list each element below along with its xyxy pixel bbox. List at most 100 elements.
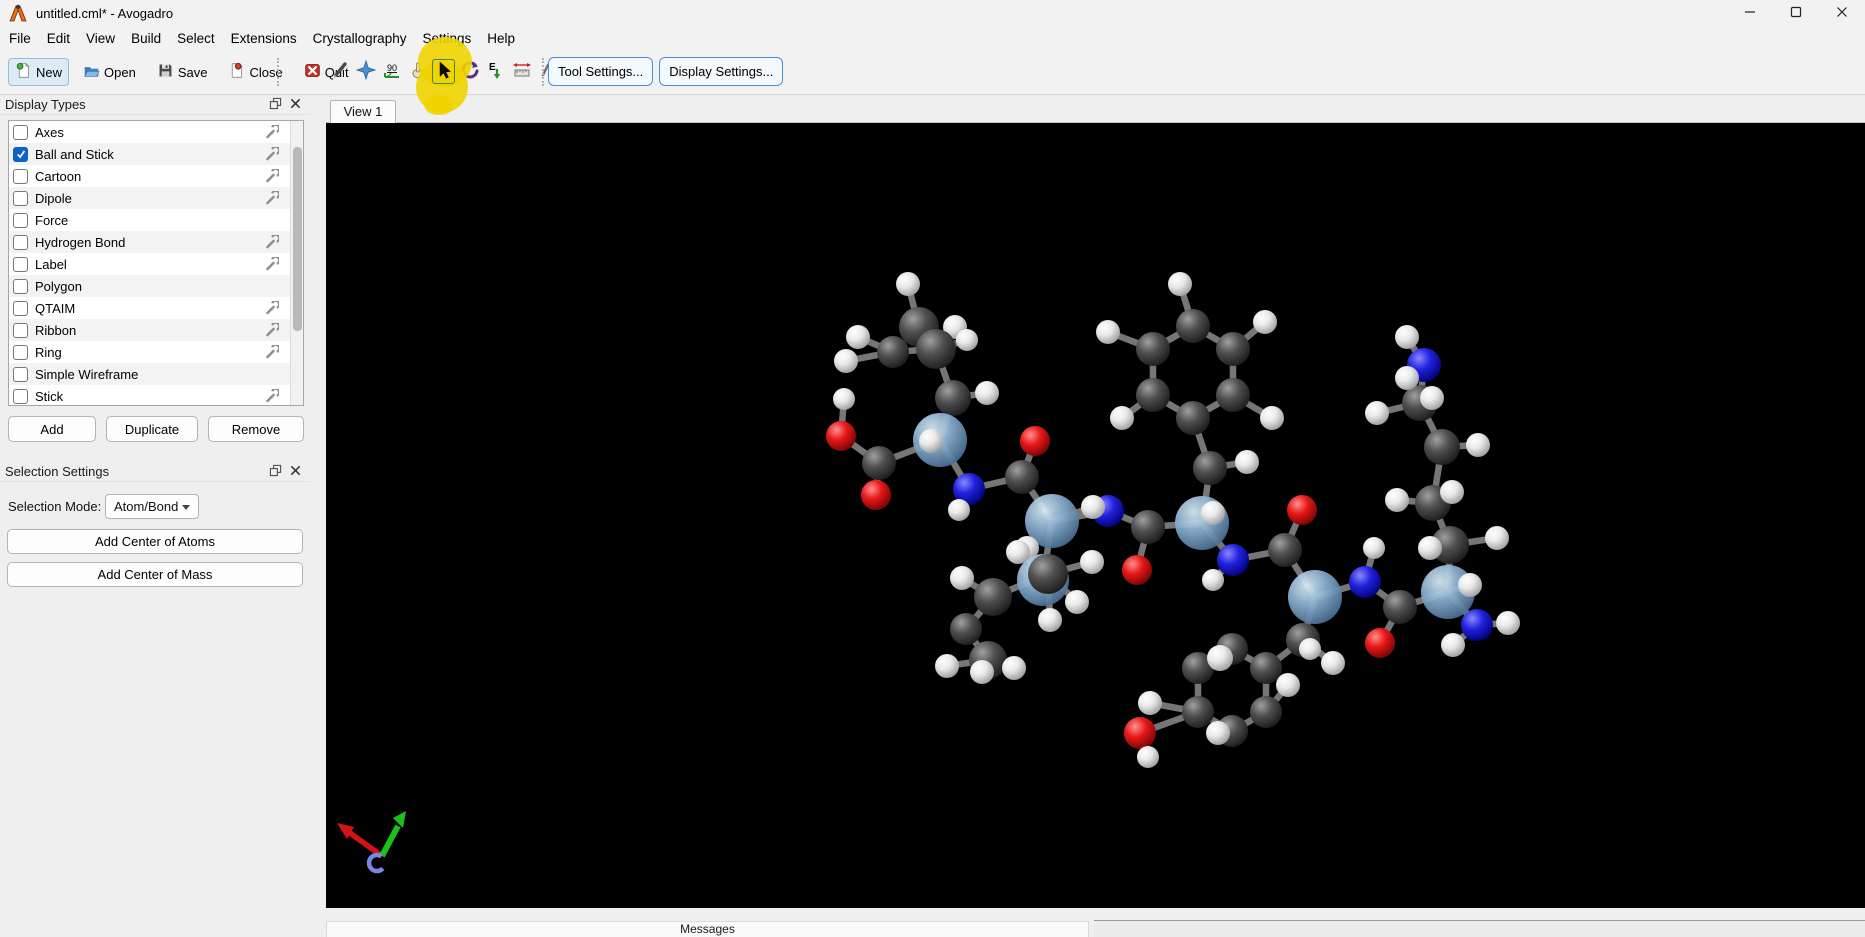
minimize-icon	[1744, 6, 1756, 21]
display-types-header[interactable]: Display Types	[0, 95, 310, 115]
auto-rotate-tool-button[interactable]	[458, 59, 481, 84]
toolbar: NewOpenSaveCloseQuit 90E Tool Settings..…	[0, 50, 1865, 95]
minimize-button[interactable]	[1727, 0, 1773, 26]
display-type-row-stick[interactable]: Stick	[9, 385, 303, 405]
checkbox[interactable]	[13, 124, 28, 140]
tools-group: 90 E	[328, 59, 559, 84]
checkbox[interactable]	[13, 278, 28, 294]
selection-mode-dropdown[interactable]: Atom/Bond	[105, 494, 199, 519]
selection-settings-header[interactable]: Selection Settings	[0, 462, 310, 482]
gl-viewport-canvas[interactable]	[326, 123, 1865, 908]
display-type-row-dipole[interactable]: Dipole	[9, 187, 303, 209]
display-type-row-simple-wireframe[interactable]: Simple Wireframe	[9, 363, 303, 385]
display-type-row-polygon[interactable]: Polygon	[9, 275, 303, 297]
remove-button[interactable]: Remove	[208, 416, 304, 442]
checkbox[interactable]	[13, 300, 28, 316]
checkbox[interactable]	[13, 190, 28, 206]
wrench-icon[interactable]	[265, 299, 281, 315]
add-center-of-atoms-button[interactable]: Add Center of Atoms	[7, 529, 303, 554]
display-type-row-force[interactable]: Force	[9, 209, 303, 231]
draw-tool-button[interactable]	[328, 59, 351, 84]
selection-settings-float-icon[interactable]	[269, 464, 282, 480]
close-button[interactable]	[1819, 0, 1865, 26]
display-type-row-ribbon[interactable]: Ribbon	[9, 319, 303, 341]
display-settings-button[interactable]: Display Settings...	[659, 57, 784, 86]
navigate-tool-button[interactable]	[354, 59, 377, 84]
wrench-icon[interactable]	[265, 343, 281, 359]
wrench-icon[interactable]	[265, 233, 281, 249]
select-arrow-icon	[434, 60, 454, 83]
checkbox[interactable]	[13, 366, 28, 382]
tab-view-1[interactable]: View 1	[330, 100, 396, 123]
add-button[interactable]: Add	[8, 416, 96, 442]
menu-help[interactable]: Help	[479, 28, 523, 49]
svg-text:E: E	[489, 62, 496, 73]
auto-optimize-tool-button[interactable]: E	[484, 59, 507, 84]
manipulate-tool-button[interactable]	[406, 59, 429, 84]
open-button[interactable]: Open	[76, 58, 143, 86]
wrench-icon[interactable]	[265, 321, 281, 337]
chevron-down-icon	[182, 505, 190, 510]
display-type-label: Force	[35, 212, 69, 228]
display-type-label: Hydrogen Bond	[35, 234, 126, 250]
menu-file[interactable]: File	[1, 28, 39, 49]
wrench-icon[interactable]	[265, 189, 281, 205]
open-folder-icon	[83, 62, 100, 82]
checkbox[interactable]	[13, 344, 28, 360]
wrench-icon[interactable]	[265, 255, 281, 271]
display-type-label: Label	[35, 256, 67, 272]
checkbox[interactable]	[13, 146, 28, 162]
display-types-close-icon[interactable]	[289, 97, 302, 113]
wrench-icon[interactable]	[265, 167, 281, 183]
display-type-label: Polygon	[35, 278, 82, 294]
bottom-dock-area: Messages	[0, 908, 1865, 937]
messages-panel-header[interactable]: Messages	[326, 921, 1089, 937]
wrench-icon[interactable]	[265, 145, 281, 161]
rotate-icon	[460, 60, 480, 83]
measure-tool-button[interactable]	[510, 59, 533, 84]
bottom-right-panel[interactable]	[1094, 920, 1865, 937]
toolbar-separator	[277, 58, 280, 86]
menubar: File Edit View Build Select Extensions Crystal…	[0, 26, 1865, 50]
display-type-row-cartoon[interactable]: Cartoon	[9, 165, 303, 187]
menu-edit[interactable]: Edit	[39, 28, 78, 49]
new-button[interactable]: New	[8, 58, 70, 86]
display-type-row-ball-and-stick[interactable]: Ball and Stick	[9, 143, 303, 165]
wrench-icon[interactable]	[265, 387, 281, 403]
selection-tool-button[interactable]	[432, 59, 455, 84]
duplicate-button[interactable]: Duplicate	[106, 416, 198, 442]
menu-crystallography[interactable]: Crystallography	[305, 28, 415, 49]
display-type-row-qtaim[interactable]: QTAIM	[9, 297, 303, 319]
button-label: New	[36, 64, 63, 80]
menu-extensions[interactable]: Extensions	[223, 28, 305, 49]
display-types-float-icon[interactable]	[269, 97, 282, 113]
display-type-row-axes[interactable]: Axes	[9, 121, 303, 143]
checkbox[interactable]	[13, 322, 28, 338]
maximize-button[interactable]	[1773, 0, 1819, 26]
toolbar-separator	[542, 58, 545, 86]
pencil-icon	[330, 60, 350, 83]
save-button[interactable]: Save	[150, 58, 215, 86]
scrollbar-thumb[interactable]	[293, 147, 302, 331]
display-type-label: Dipole	[35, 190, 72, 206]
wrench-icon[interactable]	[265, 123, 281, 139]
tool-settings-button[interactable]: Tool Settings...	[548, 57, 654, 86]
selection-settings-close-icon[interactable]	[289, 464, 302, 480]
display-type-row-label[interactable]: Label	[9, 253, 303, 275]
bond-centric-tool-button[interactable]: 90	[380, 59, 403, 84]
display-type-row-hydrogen-bond[interactable]: Hydrogen Bond	[9, 231, 303, 253]
checkbox[interactable]	[13, 168, 28, 184]
save-icon	[157, 62, 174, 82]
checkbox[interactable]	[13, 256, 28, 272]
checkbox[interactable]	[13, 388, 28, 404]
add-center-of-mass-button[interactable]: Add Center of Mass	[7, 562, 303, 587]
selection-settings-title: Selection Settings	[5, 464, 110, 479]
menu-select[interactable]: Select	[169, 28, 223, 49]
menu-view[interactable]: View	[78, 28, 123, 49]
checkbox[interactable]	[13, 212, 28, 228]
checkbox[interactable]	[13, 234, 28, 250]
display-type-row-ring[interactable]: Ring	[9, 341, 303, 363]
menu-build[interactable]: Build	[123, 28, 169, 49]
menu-settings[interactable]: Settings	[414, 28, 479, 49]
display-types-scrollbar[interactable]	[290, 121, 303, 405]
